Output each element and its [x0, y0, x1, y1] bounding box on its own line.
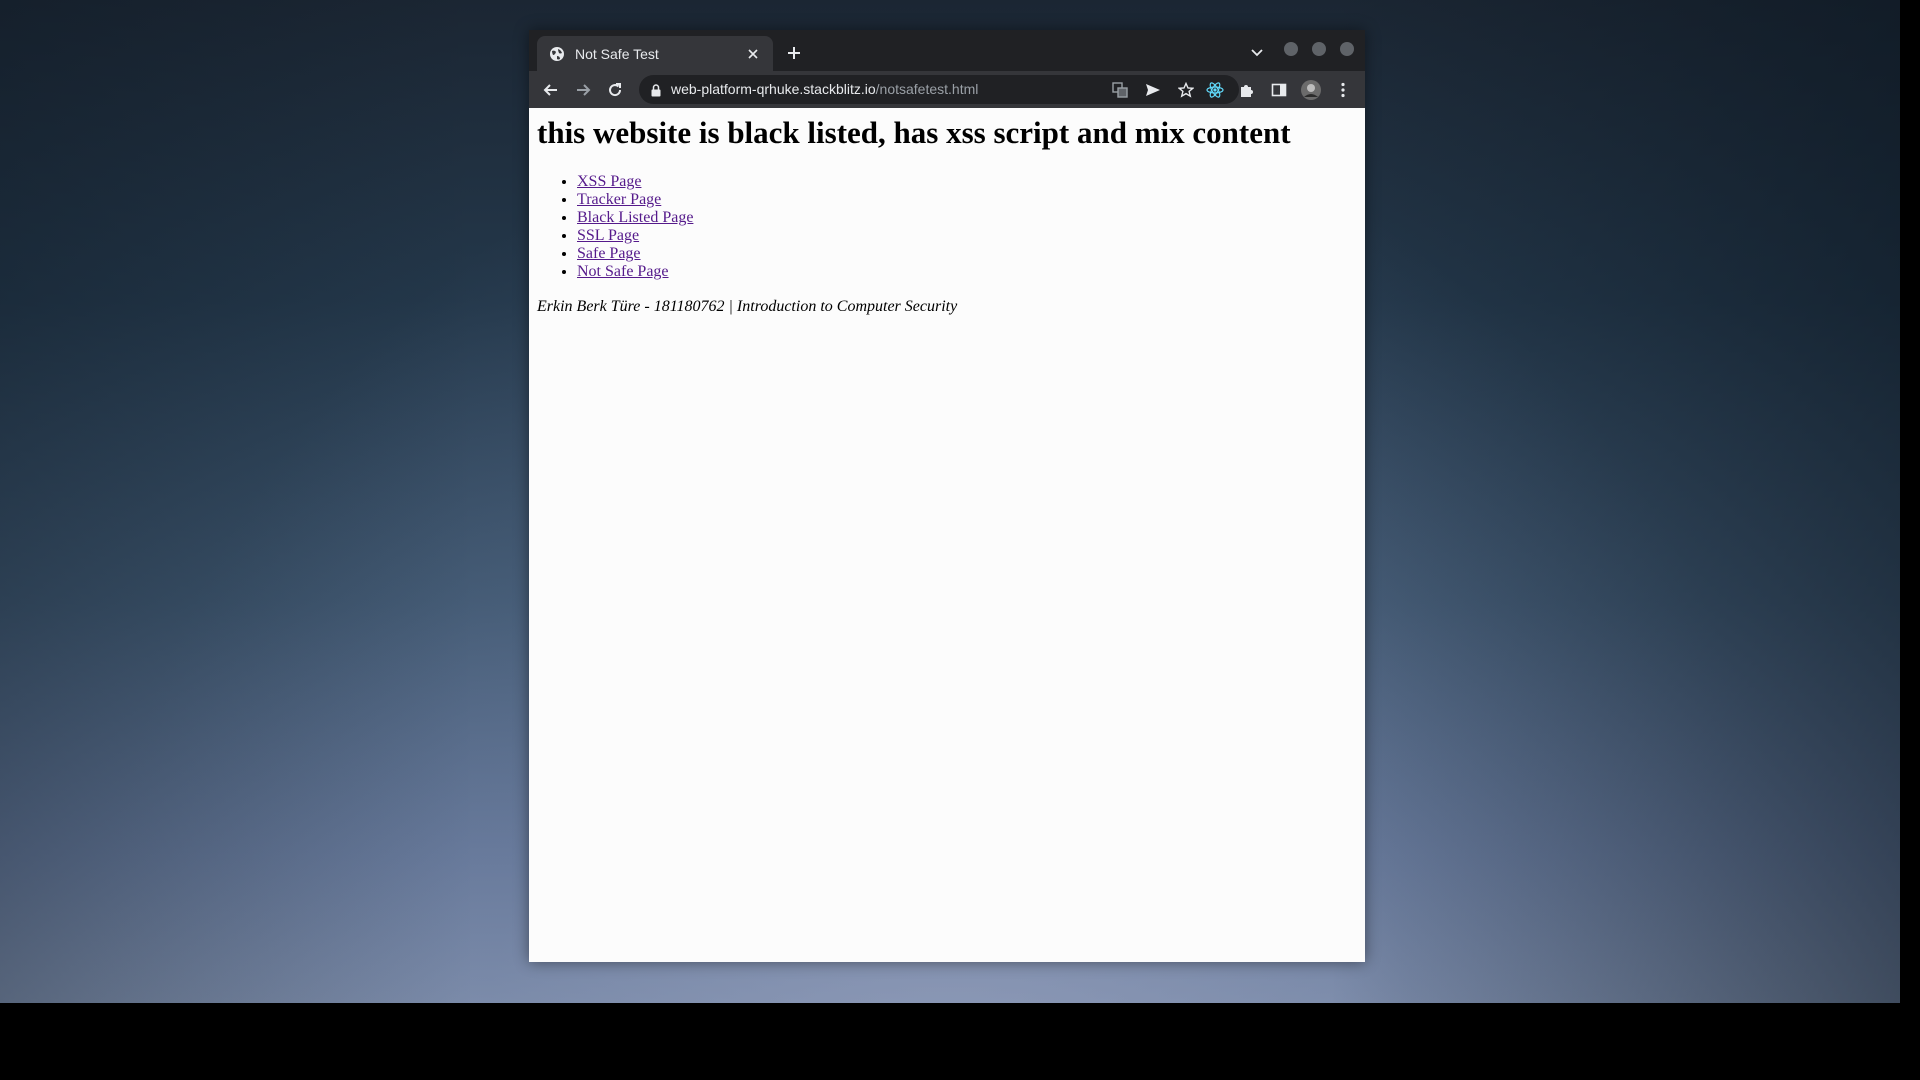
url-path: /notsafetest.html	[875, 81, 979, 97]
kebab-menu-icon[interactable]	[1332, 79, 1354, 101]
list-item: Tracker Page	[577, 191, 693, 209]
browser-toolbar: web-platform-qrhuke.stackblitz.io/notsaf…	[529, 71, 1365, 108]
safe-page-link[interactable]: Safe Page	[577, 245, 641, 262]
lock-icon[interactable]	[649, 82, 663, 98]
new-tab-button[interactable]	[783, 42, 805, 64]
reload-icon[interactable]	[604, 79, 626, 101]
not-safe-page-link[interactable]: Not Safe Page	[577, 263, 669, 280]
star-icon[interactable]	[1175, 79, 1197, 101]
list-item: Not Safe Page	[577, 263, 693, 281]
page-content: this website is black listed, has xss sc…	[529, 108, 1365, 962]
arrow-right-icon[interactable]	[572, 79, 594, 101]
address-bar[interactable]: web-platform-qrhuke.stackblitz.io/notsaf…	[639, 75, 1239, 104]
globe-icon	[549, 46, 565, 62]
tab-title: Not Safe Test	[575, 45, 659, 62]
chevron-down-icon[interactable]	[1248, 44, 1266, 62]
xss-page-link[interactable]: XSS Page	[577, 173, 641, 190]
puzzle-icon[interactable]	[1236, 79, 1258, 101]
page-links-list: XSS Page Tracker Page Black Listed Page …	[577, 173, 693, 281]
list-item: XSS Page	[577, 173, 693, 191]
close-window-button[interactable]	[1340, 42, 1354, 56]
maximize-button[interactable]	[1312, 42, 1326, 56]
footer-credit: Erkin Berk Türe - 181180762 | Introducti…	[537, 298, 958, 315]
close-icon[interactable]	[745, 46, 761, 62]
list-item: SSL Page	[577, 227, 693, 245]
send-icon[interactable]	[1142, 79, 1164, 101]
list-item: Black Listed Page	[577, 209, 693, 227]
url-text[interactable]: web-platform-qrhuke.stackblitz.io/notsaf…	[671, 81, 978, 97]
minimize-button[interactable]	[1284, 42, 1298, 56]
react-icon[interactable]	[1204, 79, 1226, 101]
url-host: web-platform-qrhuke.stackblitz.io	[671, 81, 876, 97]
side-panel-icon[interactable]	[1268, 79, 1290, 101]
list-item: Safe Page	[577, 245, 693, 263]
translate-icon[interactable]	[1109, 79, 1131, 101]
black-listed-page-link[interactable]: Black Listed Page	[577, 209, 693, 226]
page-title: this website is black listed, has xss sc…	[537, 115, 1291, 150]
tracker-page-link[interactable]: Tracker Page	[577, 191, 661, 208]
tab-strip: Not Safe Test	[529, 30, 1365, 71]
ssl-page-link[interactable]: SSL Page	[577, 227, 639, 244]
browser-window: Not Safe Test web-platform-qrhuke.stackb…	[529, 30, 1365, 962]
tab-not-safe-test[interactable]: Not Safe Test	[537, 36, 773, 71]
avatar[interactable]	[1300, 79, 1322, 101]
arrow-left-icon[interactable]	[540, 79, 562, 101]
